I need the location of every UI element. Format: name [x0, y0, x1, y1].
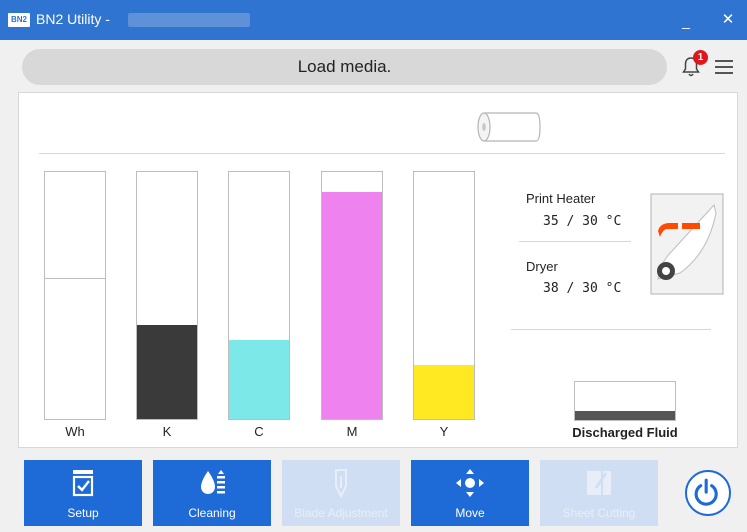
blade-adjustment-label: Blade Adjustment [294, 506, 388, 520]
title-bar: BN2 BN2 Utility - _ ✕ [0, 0, 747, 40]
panel-divider [39, 153, 725, 154]
minimize-button[interactable]: _ [676, 10, 696, 30]
blade-icon [335, 469, 347, 498]
dryer-label: Dryer [526, 259, 558, 274]
ink-label-cyan: C [254, 424, 264, 439]
printer-heater-icon [650, 193, 724, 295]
ink-level-white [44, 171, 106, 420]
print-heater-value: 35 / 30 °C [543, 214, 622, 229]
window-title: BN2 Utility - [36, 11, 110, 27]
discharged-fluid-level [574, 381, 676, 421]
ink-label-black: K [162, 424, 172, 439]
status-message: Load media. [22, 49, 667, 85]
setup-icon [72, 470, 94, 497]
dryer-value: 38 / 30 °C [543, 281, 622, 296]
fluid-divider [511, 329, 711, 330]
ink-level-magenta [321, 171, 383, 420]
ink-level-cyan [228, 171, 290, 420]
ink-level-black [136, 171, 198, 420]
media-roll-icon [477, 112, 541, 142]
ink-level-yellow [413, 171, 475, 420]
app-logo: BN2 [8, 13, 30, 27]
discharged-fluid-fill [575, 410, 675, 420]
ink-label-yellow: Y [439, 424, 449, 439]
ink-fill-black [137, 325, 197, 419]
redacted-printer-name [128, 13, 250, 27]
hamburger-icon[interactable] [715, 60, 733, 74]
ink-fill-magenta [322, 191, 382, 419]
ink-label-white: Wh [65, 424, 85, 439]
setup-button[interactable]: Setup [24, 460, 142, 526]
move-button[interactable]: Move [411, 460, 529, 526]
ink-fill-cyan [229, 339, 289, 419]
ink-fill-white [45, 278, 105, 419]
notification-badge: 1 [693, 50, 708, 65]
cleaning-button[interactable]: Cleaning [153, 460, 271, 526]
heater-divider [519, 241, 631, 242]
cleaning-label: Cleaning [188, 506, 236, 520]
cleaning-icon [201, 470, 225, 494]
move-icon [456, 469, 484, 497]
print-heater-label: Print Heater [526, 191, 596, 206]
setup-label: Setup [67, 506, 99, 520]
power-button[interactable] [685, 470, 731, 516]
sheet-cutting-label: Sheet Cutting [562, 506, 636, 520]
ink-label-magenta: M [346, 424, 358, 439]
sheet-cutting-icon [587, 471, 611, 495]
status-panel: Wh K C M Y Print Heater 35 / 30 °C Dryer… [18, 92, 738, 448]
power-icon [694, 478, 718, 506]
sheet-cutting-button[interactable]: Sheet Cutting [540, 460, 658, 526]
close-button[interactable]: ✕ [718, 10, 738, 30]
discharged-fluid-label: Discharged Fluid [572, 425, 678, 440]
ink-fill-yellow [414, 364, 474, 419]
move-label: Move [455, 506, 485, 520]
blade-adjustment-button[interactable]: Blade Adjustment [282, 460, 400, 526]
